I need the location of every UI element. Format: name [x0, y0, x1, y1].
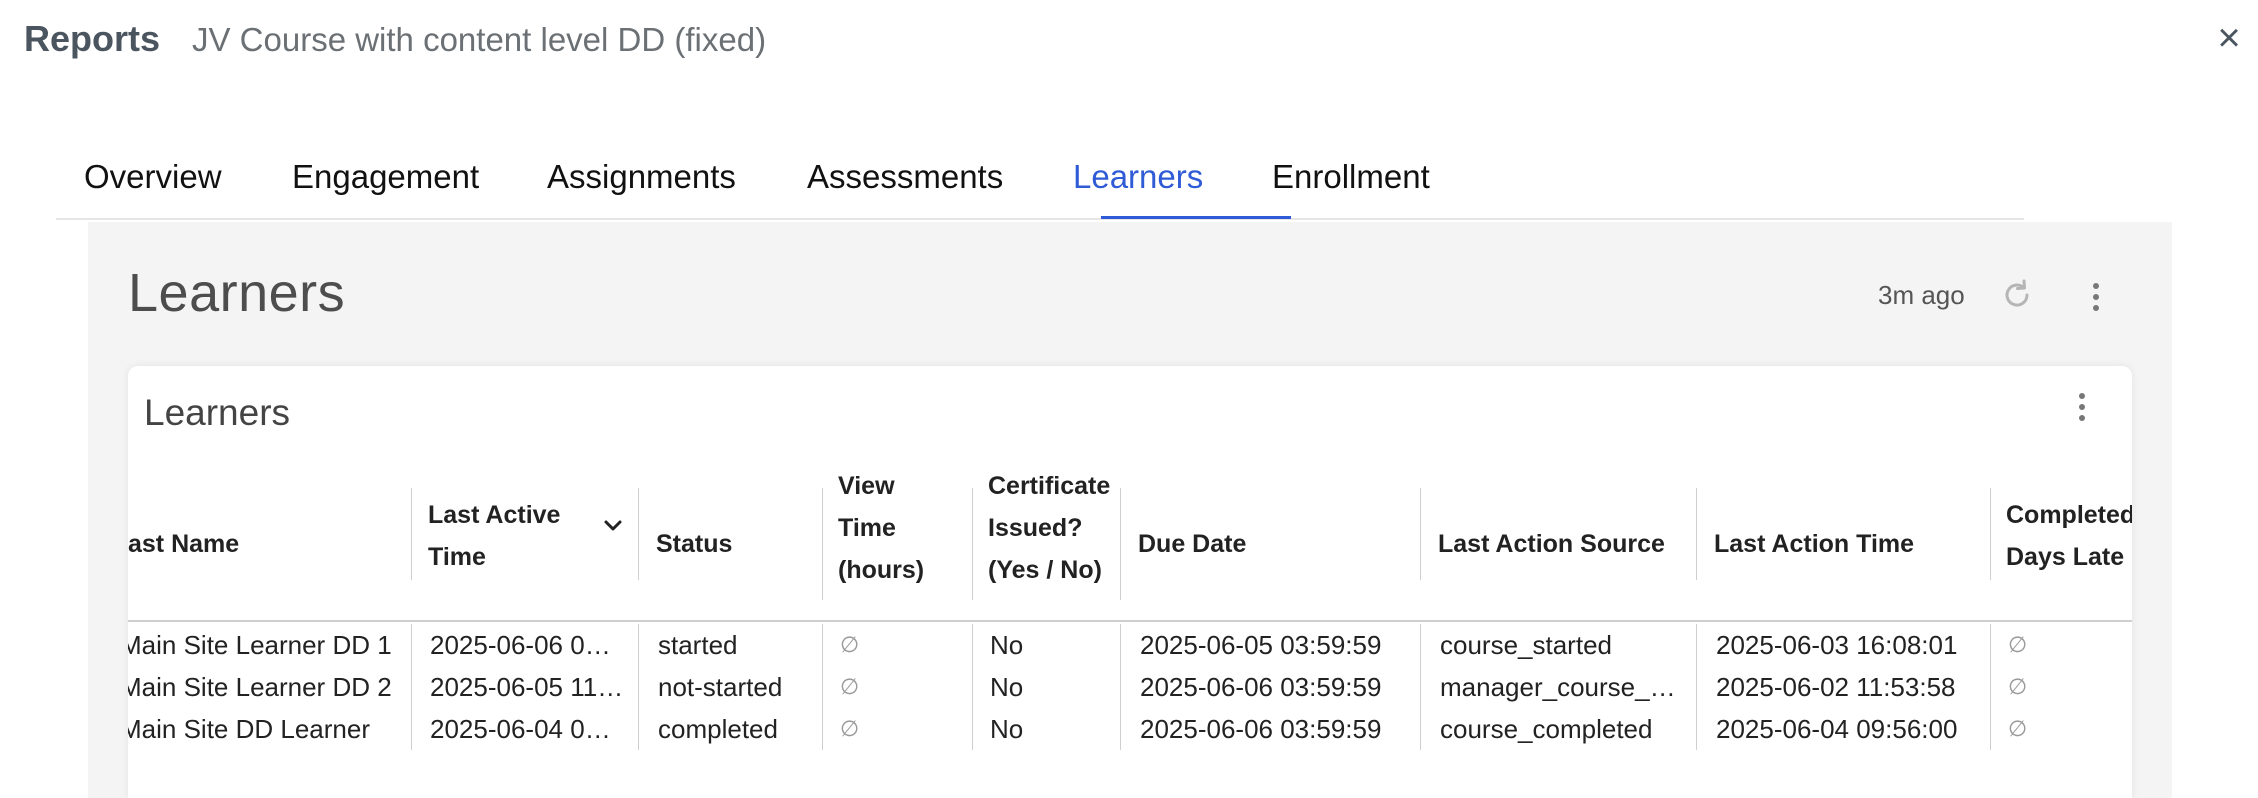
- cell-last-action-source: manager_course_assigned: [1440, 672, 1688, 702]
- column-divider: [1420, 708, 1421, 750]
- more-vertical-icon[interactable]: [2084, 280, 2108, 314]
- cell-status: not-started: [658, 672, 783, 702]
- column-divider: [1420, 624, 1421, 666]
- column-divider: [1120, 488, 1121, 600]
- column-divider: [822, 666, 823, 708]
- column-divider: [1420, 488, 1421, 580]
- cell-last-action-time: 2025-06-04 09:56:00: [1716, 714, 1958, 744]
- tab-overview[interactable]: Overview: [84, 158, 222, 220]
- column-divider: [638, 666, 639, 708]
- column-header-last-active-line2[interactable]: Time: [428, 536, 562, 578]
- cell-certificate: No: [990, 714, 1024, 744]
- last-updated-text: 3m ago: [1878, 280, 1965, 310]
- column-divider: [411, 666, 412, 708]
- tab-enrollment[interactable]: Enrollment: [1272, 158, 1430, 220]
- cell-last-action-time: 2025-06-03 16:08:01: [1716, 630, 1958, 660]
- column-divider: [822, 624, 823, 666]
- column-divider: [972, 488, 973, 600]
- column-divider: [638, 488, 639, 580]
- cell-last-active: 2025-06-06 03:59:59: [430, 630, 624, 660]
- active-tab-indicator: [1101, 216, 1291, 219]
- column-divider: [1120, 666, 1121, 708]
- tab-learners[interactable]: Learners: [1073, 158, 1203, 220]
- learners-card: Learners ast Name Last Active Date Time …: [128, 366, 2132, 798]
- report-header: Reports JV Course with content level DD …: [0, 0, 2258, 80]
- table-row[interactable]: Main Site DD Learner 2025-06-04 09:56:00…: [128, 708, 2132, 750]
- column-header-view-line3[interactable]: (hours): [838, 549, 968, 591]
- column-divider: [411, 488, 412, 580]
- cell-last-active: 2025-06-04 09:56:00: [430, 714, 624, 744]
- column-divider: [1990, 488, 1991, 580]
- empty-value-icon: ∅: [2008, 632, 2028, 657]
- cell-last-name: Main Site Learner DD 1: [128, 630, 392, 660]
- column-header-last-active-line1[interactable]: Last Active Date: [428, 494, 562, 536]
- table-header: ast Name Last Active Date Time Status Vi…: [128, 466, 2132, 622]
- column-header-view-line2[interactable]: Time: [838, 507, 968, 549]
- column-divider: [1990, 666, 1991, 708]
- column-divider: [1696, 708, 1697, 750]
- column-divider: [411, 708, 412, 750]
- report-tabs: Overview Engagement Assignments Assessme…: [56, 150, 2024, 220]
- column-divider: [1420, 666, 1421, 708]
- column-divider: [1990, 624, 1991, 666]
- cell-due-date: 2025-06-06 03:59:59: [1140, 714, 1382, 744]
- close-icon[interactable]: ×: [2212, 18, 2246, 58]
- empty-value-icon: ∅: [2008, 716, 2028, 741]
- table-row[interactable]: Main Site Learner DD 2 2025-06-05 11:53:…: [128, 666, 2132, 708]
- column-divider: [822, 488, 823, 600]
- column-divider: [1120, 624, 1121, 666]
- column-divider: [1120, 708, 1121, 750]
- column-header-due-date[interactable]: Due Date: [1138, 523, 1408, 565]
- cell-due-date: 2025-06-05 03:59:59: [1140, 630, 1382, 660]
- column-header-last-action-time[interactable]: Last Action Time: [1714, 523, 1974, 565]
- cell-last-action-source: course_completed: [1440, 714, 1653, 744]
- column-header-certificate-line1[interactable]: Certificate: [988, 465, 1138, 507]
- cell-last-action-time: 2025-06-02 11:53:58: [1716, 672, 1956, 702]
- empty-value-icon: ∅: [840, 716, 860, 741]
- column-divider: [972, 624, 973, 666]
- tab-assignments[interactable]: Assignments: [547, 158, 736, 220]
- column-header-view-line1[interactable]: View: [838, 465, 968, 507]
- column-divider: [1990, 708, 1991, 750]
- column-header-days-late-line1[interactable]: Completed: [2006, 494, 2132, 536]
- cell-certificate: No: [990, 672, 1024, 702]
- column-divider: [972, 666, 973, 708]
- reports-title: Reports: [24, 18, 161, 59]
- empty-value-icon: ∅: [840, 674, 860, 699]
- tab-assessments[interactable]: Assessments: [807, 158, 1003, 220]
- column-divider: [1696, 624, 1697, 666]
- column-divider: [638, 708, 639, 750]
- column-divider: [411, 624, 412, 666]
- cell-status: started: [658, 630, 738, 660]
- column-header-certificate-line2[interactable]: Issued?: [988, 507, 1138, 549]
- cell-last-action-source: course_started: [1440, 630, 1612, 660]
- cell-due-date: 2025-06-06 03:59:59: [1140, 672, 1382, 702]
- cell-last-active: 2025-06-05 11:53:58: [430, 672, 624, 702]
- card-title: Learners: [144, 392, 291, 433]
- column-header-days-late-line2[interactable]: Days Late: [2006, 536, 2132, 578]
- column-divider: [1696, 666, 1697, 708]
- column-divider: [822, 708, 823, 750]
- cell-last-name: Main Site DD Learner: [128, 714, 370, 744]
- cell-status: completed: [658, 714, 778, 744]
- empty-value-icon: ∅: [2008, 674, 2028, 699]
- more-vertical-icon[interactable]: [2070, 390, 2094, 424]
- column-divider: [1696, 488, 1697, 580]
- column-header-last-name[interactable]: ast Name: [128, 523, 398, 565]
- column-header-certificate-line3[interactable]: (Yes / No): [988, 549, 1138, 591]
- column-divider: [638, 624, 639, 666]
- refresh-icon[interactable]: [2000, 278, 2034, 312]
- tab-engagement[interactable]: Engagement: [292, 158, 479, 220]
- column-divider: [972, 708, 973, 750]
- section-title: Learners: [128, 263, 346, 323]
- column-header-status[interactable]: Status: [656, 523, 816, 565]
- empty-value-icon: ∅: [840, 632, 860, 657]
- column-header-last-action-source[interactable]: Last Action Source: [1438, 523, 1698, 565]
- course-title: JV Course with content level DD (fixed): [192, 21, 767, 58]
- table-row[interactable]: Main Site Learner DD 1 2025-06-06 03:59:…: [128, 624, 2132, 666]
- cell-last-name: Main Site Learner DD 2: [128, 672, 392, 702]
- cell-certificate: No: [990, 630, 1024, 660]
- chevron-down-icon[interactable]: [602, 518, 624, 534]
